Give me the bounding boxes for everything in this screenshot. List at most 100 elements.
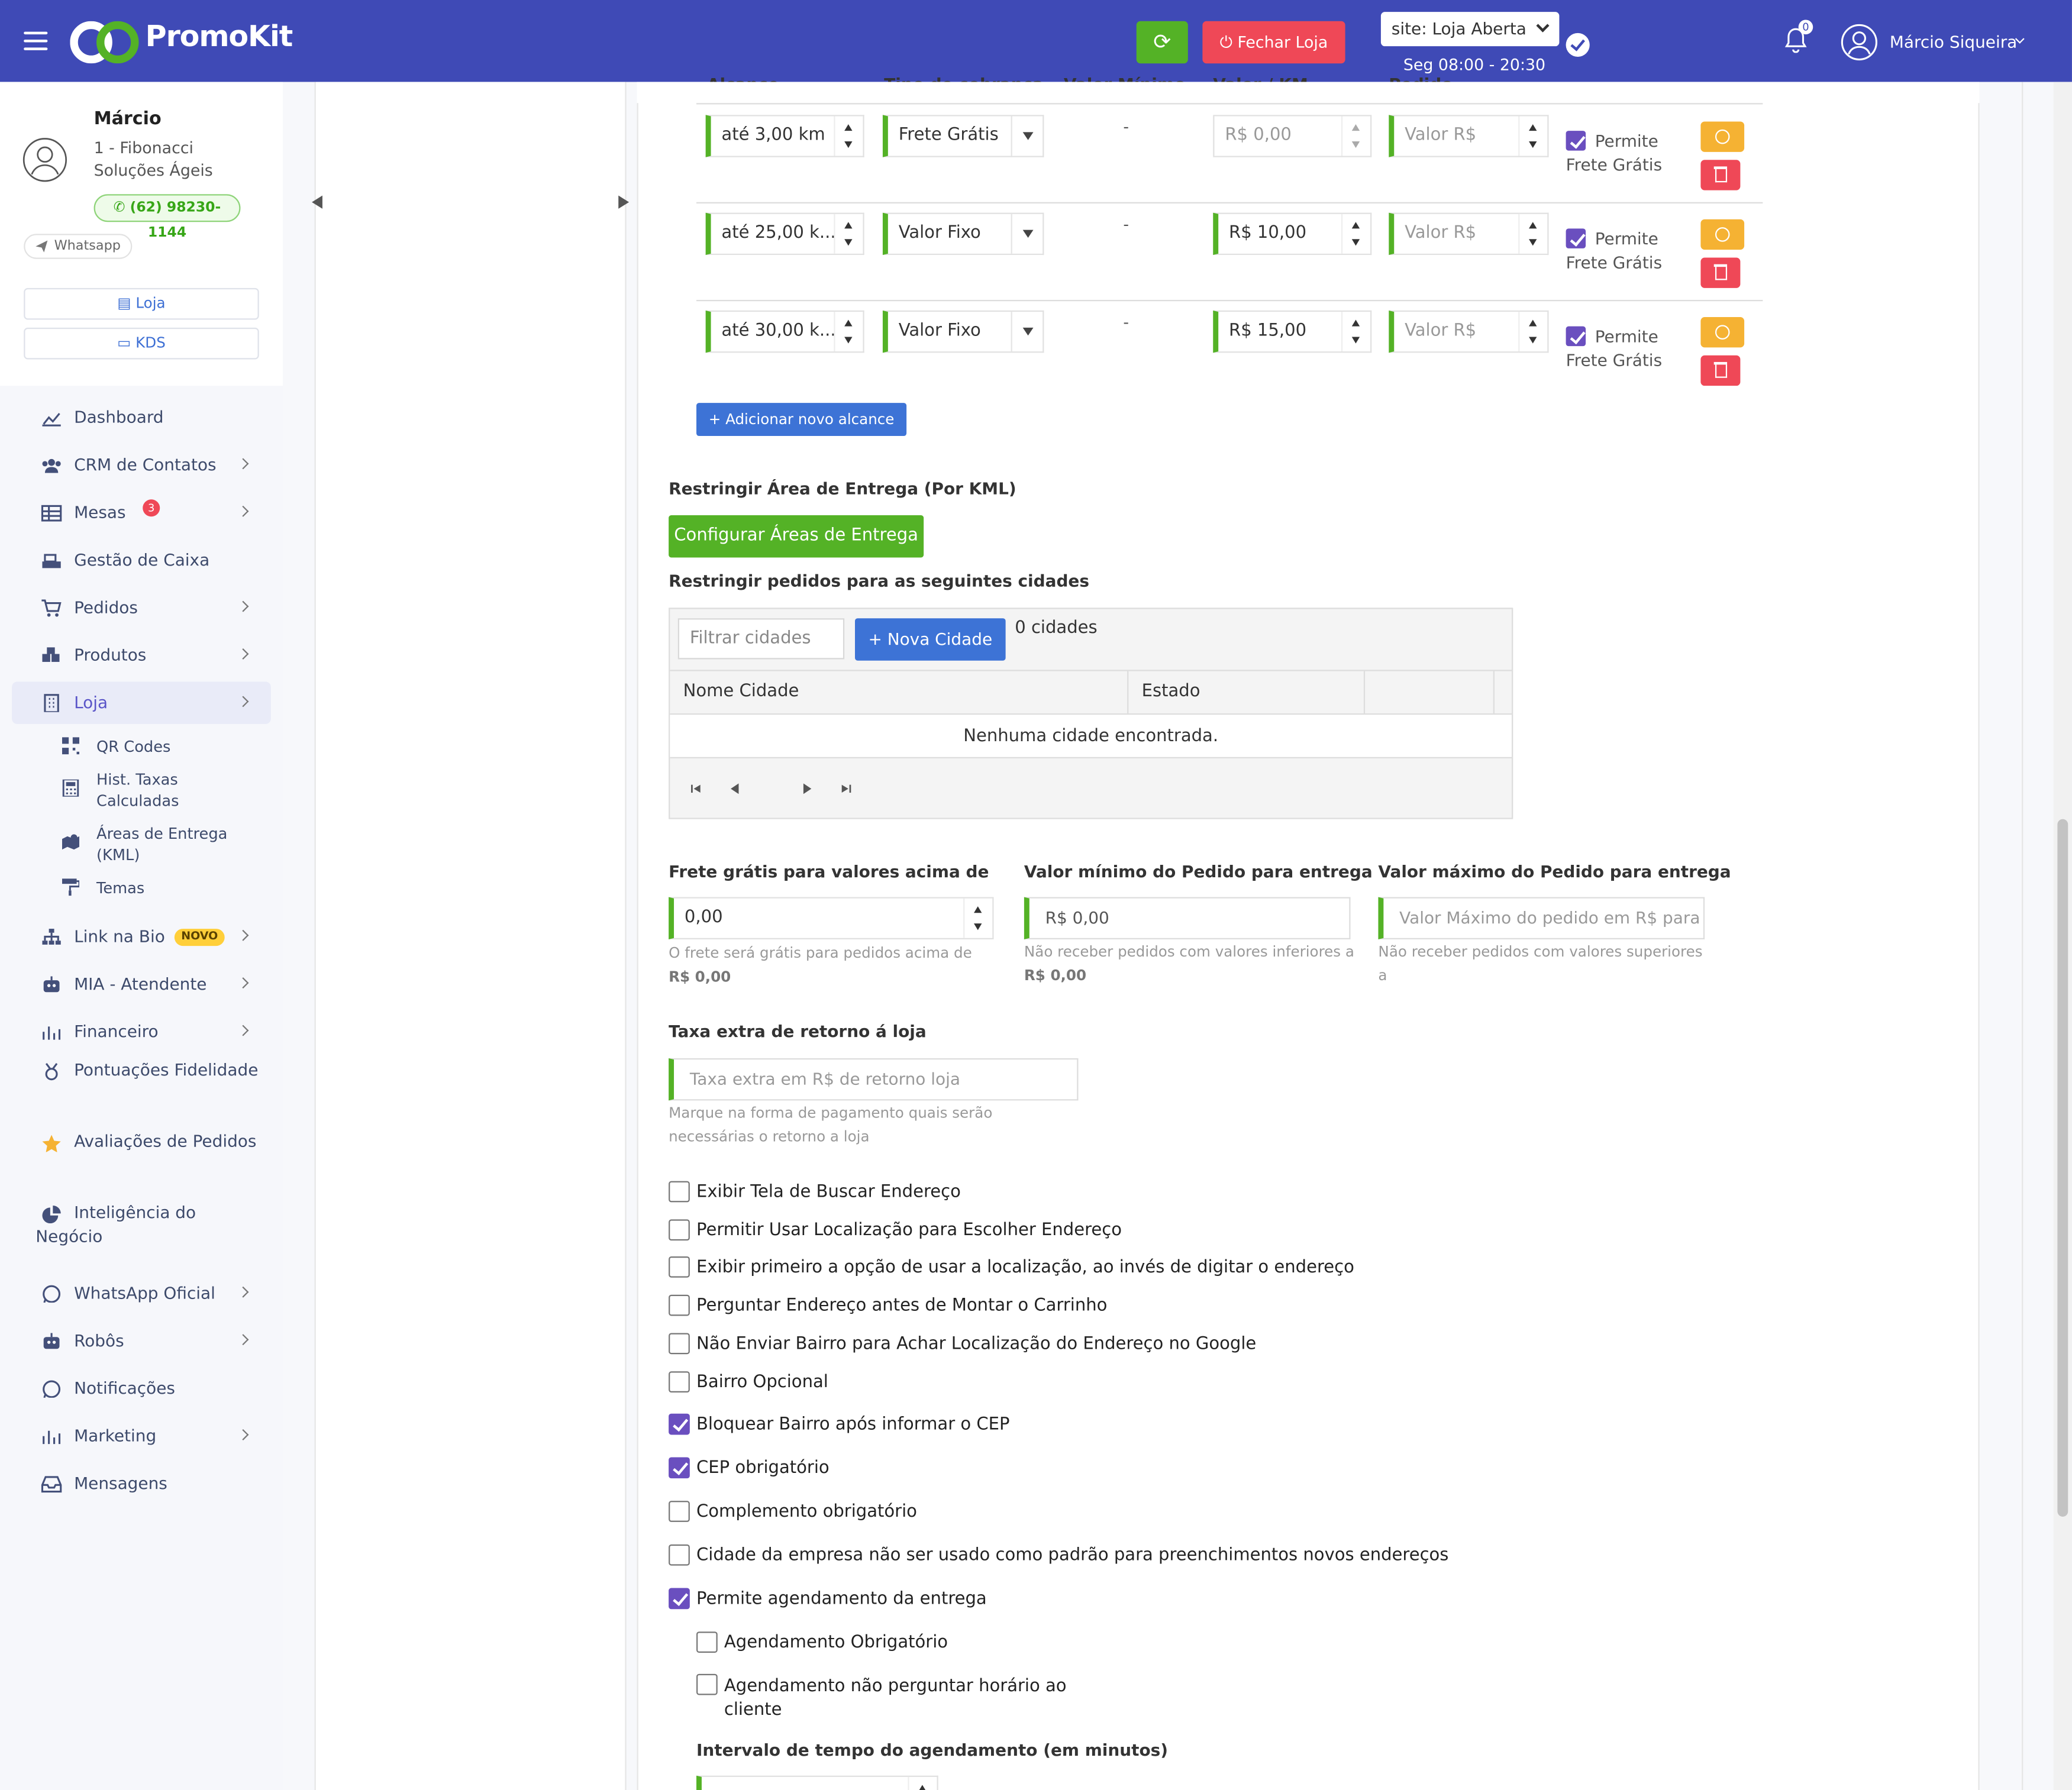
interval-input[interactable] (696, 1775, 938, 1790)
user-name[interactable]: Márcio Siqueira (1890, 32, 2018, 52)
checkbox[interactable] (696, 1673, 718, 1695)
checkbox[interactable] (669, 1219, 690, 1241)
delete-range-button[interactable] (1700, 355, 1741, 386)
new-city-button[interactable]: + Nova Cidade (855, 618, 1006, 661)
tipo-cobranca-select[interactable]: Valor Fixo (882, 212, 1044, 256)
sidebar-item-mesas[interactable]: Mesas (12, 492, 271, 534)
stepper-icon[interactable] (834, 312, 863, 352)
stepper-icon[interactable] (1518, 312, 1547, 352)
checkbox[interactable] (669, 1333, 690, 1355)
checkbox[interactable] (669, 1256, 690, 1278)
checkbox[interactable] (669, 1413, 690, 1435)
alcance-input[interactable]: até 3,00 km (705, 115, 864, 157)
subnav-item-temas[interactable]: Temas (62, 877, 273, 919)
add-range-button[interactable]: + Adicionar novo alcance (696, 403, 907, 437)
permite-frete-gratis-checkbox[interactable]: Permite Frete Grátis (1566, 130, 1698, 177)
valor-km-input[interactable]: R$ 15,00 (1213, 310, 1372, 353)
valor-minimo-input[interactable]: R$ 0,00 (1024, 897, 1351, 939)
subnav-item-hist-taxas-calculadas[interactable]: Hist. Taxas Calculadas (62, 769, 273, 811)
delete-range-button[interactable] (1700, 257, 1741, 288)
scrollbar-thumb[interactable] (2057, 819, 2068, 1517)
col-header-city-name[interactable]: Nome Cidade (683, 681, 799, 702)
checkbox[interactable] (696, 1631, 718, 1653)
valor-maximo-input[interactable]: Valor Máximo do pedido em R$ para (1378, 897, 1705, 939)
sidebar-item-loja[interactable]: Loja (12, 681, 271, 724)
checkbox[interactable] (1566, 228, 1586, 248)
stepper-icon[interactable] (834, 214, 863, 254)
site-status-select[interactable]: site: Loja Aberta (1380, 12, 1560, 47)
sidebar-item-notifica-es[interactable]: Notificações (12, 1368, 271, 1410)
close-store-button[interactable]: ⏻ Fechar Loja (1202, 21, 1345, 64)
menu-icon[interactable] (24, 31, 48, 50)
stepper-icon[interactable] (1518, 214, 1547, 254)
user-avatar-icon[interactable] (1841, 24, 1878, 61)
last-page-icon[interactable] (839, 782, 852, 795)
checkbox[interactable] (669, 1544, 690, 1566)
sync-button[interactable]: ⟳ (1136, 21, 1188, 64)
valor-minimo-value: - (1123, 215, 1129, 234)
stepper-icon[interactable] (1341, 214, 1370, 254)
pedido-input[interactable]: Valor R$ (1389, 212, 1549, 256)
first-page-icon[interactable] (690, 782, 703, 795)
pause-range-button[interactable] (1700, 121, 1745, 152)
sidebar-item-whatsapp-oficial[interactable]: WhatsApp Oficial (12, 1272, 271, 1314)
sub-option-1-checkbox[interactable]: Agendamento não perguntar horário ao cli… (696, 1673, 1080, 1723)
sidebar-item-mensagens[interactable]: Mensagens (12, 1462, 271, 1504)
sidebar-item-rob-s[interactable]: Robôs (12, 1320, 271, 1362)
stepper-icon[interactable] (834, 116, 863, 156)
permite-frete-gratis-checkbox[interactable]: Permite Frete Grátis (1566, 325, 1698, 372)
sidebar-item-mia-atendente[interactable]: MIA - Atendente (12, 963, 271, 1005)
prev-page-icon[interactable] (728, 782, 741, 795)
valor-km-input[interactable]: R$ 10,00 (1213, 212, 1372, 256)
sidebar-item-financeiro[interactable]: Financeiro (12, 1011, 271, 1053)
checkbox[interactable] (669, 1371, 690, 1393)
stepper-icon[interactable] (1341, 116, 1370, 156)
sidebar-item-avalia-es-de-pedidos[interactable]: Avaliações de Pedidos (12, 1130, 271, 1182)
taxa-retorno-input[interactable]: Taxa extra em R$ de retorno loja (669, 1058, 1079, 1101)
pause-range-button[interactable] (1700, 219, 1745, 250)
configure-areas-button[interactable]: Configurar Áreas de Entrega (669, 515, 924, 558)
tipo-cobranca-select[interactable]: Frete Grátis (882, 115, 1044, 157)
stepper-icon[interactable] (908, 1776, 937, 1790)
checkbox[interactable] (669, 1457, 690, 1479)
loja-button[interactable]: ▤ Loja (24, 287, 259, 320)
valor-km-input[interactable]: R$ 0,00 (1213, 115, 1372, 157)
pedido-input[interactable]: Valor R$ (1389, 310, 1549, 353)
alcance-input[interactable]: até 25,00 k... (705, 212, 864, 256)
alcance-input[interactable]: até 30,00 k... (705, 310, 864, 353)
sidebar-item-pedidos[interactable]: Pedidos (12, 587, 271, 629)
checkbox[interactable] (1566, 326, 1586, 347)
frete-gratis-input[interactable]: 0,00 (669, 897, 994, 939)
checkbox[interactable] (669, 1294, 690, 1316)
sidebar-item-produtos[interactable]: Produtos (12, 634, 271, 676)
profile-phone-badge[interactable]: ✆ (62) 98230-1144 (93, 194, 241, 240)
expand-right-icon[interactable] (618, 195, 630, 209)
sidebar-item-dashboard[interactable]: Dashboard (12, 396, 271, 438)
next-page-icon[interactable] (801, 782, 814, 795)
sidebar-item-pontua-es-fidelidade[interactable]: Pontuações Fidelidade (12, 1058, 271, 1111)
sidebar-item-marketing[interactable]: Marketing (12, 1415, 271, 1457)
whatsapp-link[interactable]: Whatsapp (24, 234, 133, 259)
subnav-item--reas-de-entrega-kml-[interactable]: Áreas de Entrega (KML) (62, 823, 273, 865)
collapse-left-icon[interactable] (312, 195, 322, 209)
pedido-input[interactable]: Valor R$ (1389, 115, 1549, 157)
kds-button[interactable]: ▭ KDS (24, 327, 259, 360)
sidebar-item-intelig-ncia-do-neg-cio[interactable]: Inteligência do Negócio (12, 1201, 271, 1253)
sidebar-item-label: Notificações (74, 1378, 175, 1398)
permite-frete-gratis-checkbox[interactable]: Permite Frete Grátis (1566, 227, 1698, 274)
checkbox[interactable] (669, 1588, 690, 1610)
checkbox[interactable] (669, 1501, 690, 1522)
sidebar-item-crm-de-contatos[interactable]: CRM de Contatos (12, 444, 271, 486)
stepper-icon[interactable] (963, 898, 992, 938)
pause-range-button[interactable] (1700, 317, 1745, 348)
col-header-state[interactable]: Estado (1142, 681, 1200, 702)
checkbox[interactable] (669, 1181, 690, 1203)
filter-cities-input[interactable]: Filtrar cidades (677, 618, 845, 660)
checkbox[interactable] (1566, 131, 1586, 151)
stepper-icon[interactable] (1518, 116, 1547, 156)
stepper-icon[interactable] (1341, 312, 1370, 352)
sidebar-item-gest-o-de-caixa[interactable]: Gestão de Caixa (12, 539, 271, 581)
delete-range-button[interactable] (1700, 160, 1741, 190)
sidebar-item-link-na-bio[interactable]: Link na Bio (12, 916, 271, 958)
tipo-cobranca-select[interactable]: Valor Fixo (882, 310, 1044, 353)
